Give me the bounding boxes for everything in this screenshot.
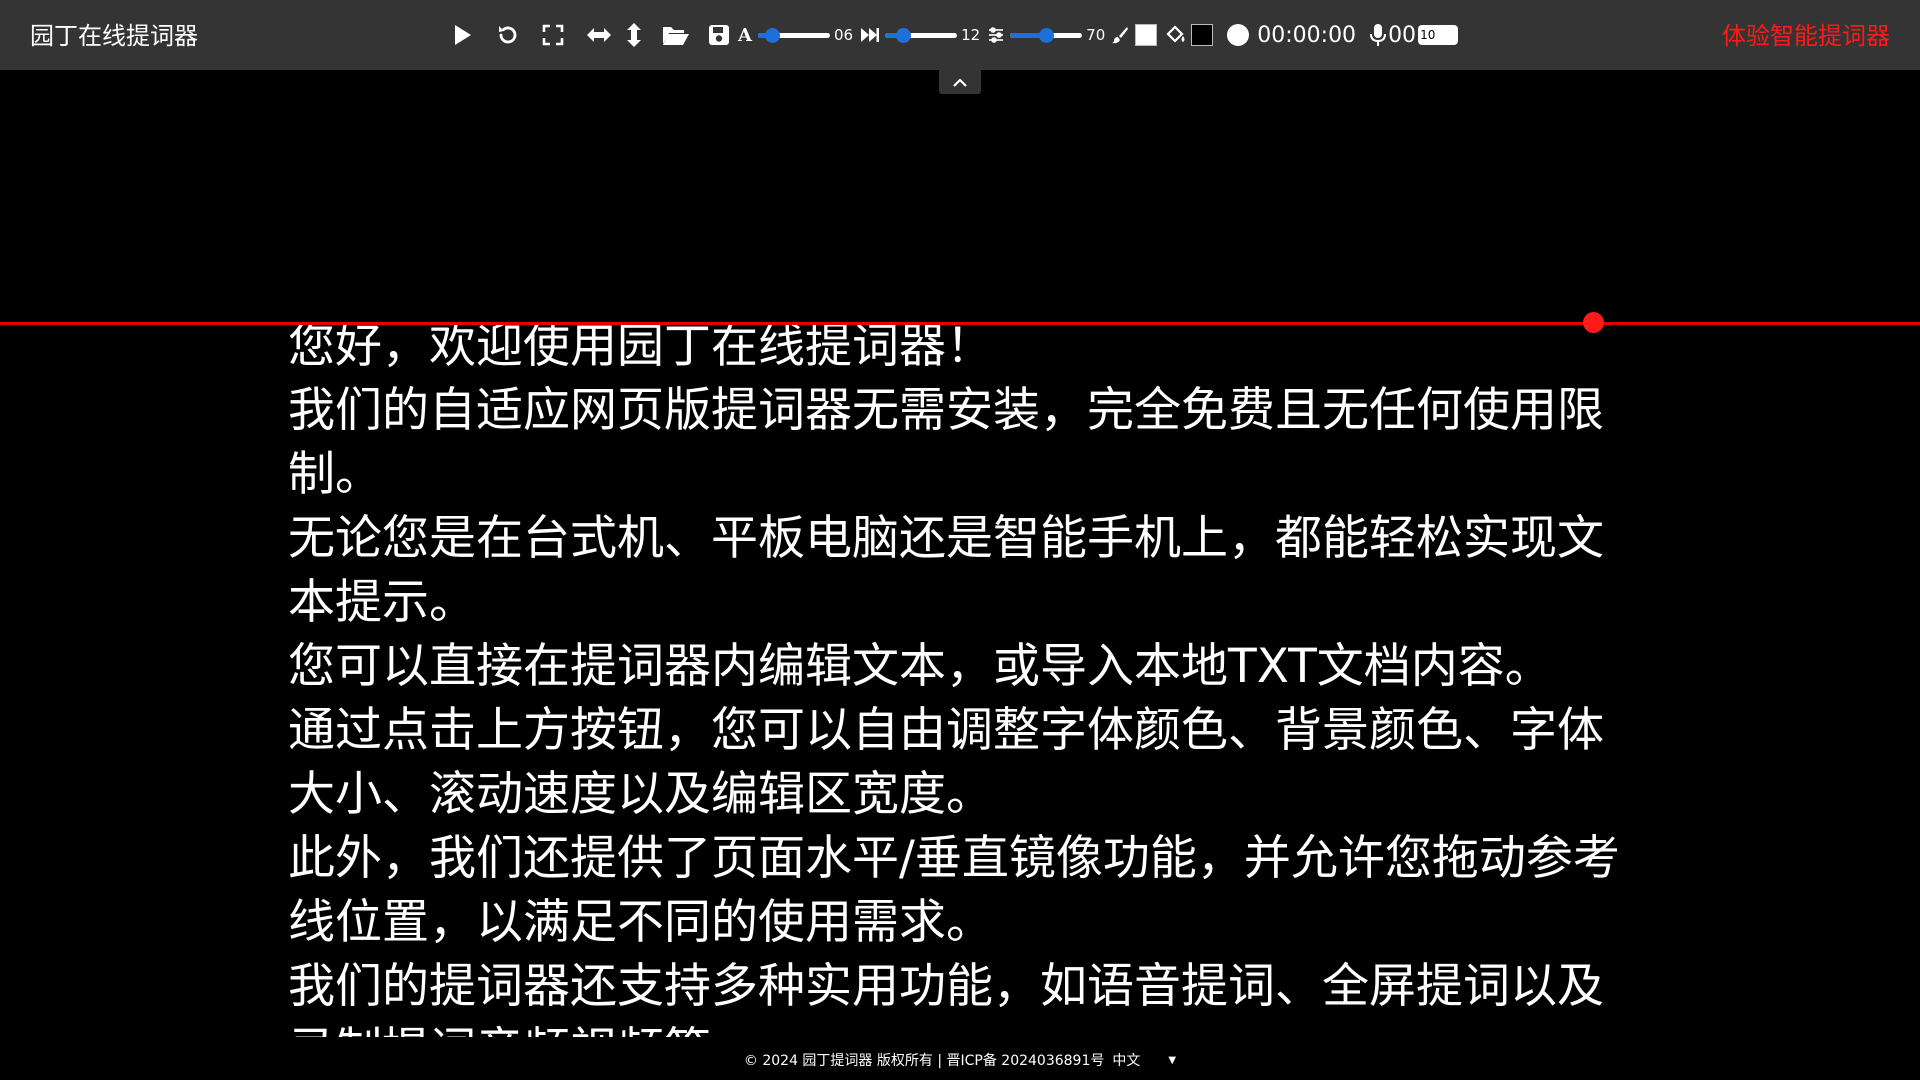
width-control: 70 (988, 20, 1105, 50)
copyright-text: © 2024 园丁提词器 版权所有 | 晋ICP备 2024036891号 (743, 1053, 1105, 1069)
font-size-slider[interactable] (757, 26, 830, 44)
font-size-value: 06 (833, 26, 854, 44)
app-title: 园丁在线提词器 (30, 22, 198, 50)
chevron-up-icon (953, 77, 967, 87)
save-icon[interactable] (708, 20, 730, 50)
mirror-vertical-icon[interactable] (626, 20, 642, 50)
reference-line[interactable] (0, 322, 1920, 325)
background-color-swatch[interactable] (1191, 24, 1214, 46)
scroll-speed-control: 12 (861, 20, 980, 50)
fast-forward-icon (861, 20, 880, 50)
sliders-icon (988, 20, 1004, 50)
mirror-horizontal-icon[interactable] (586, 20, 612, 50)
font-size-control: A 06 (738, 20, 853, 50)
play-icon[interactable] (450, 20, 474, 50)
script-text-area[interactable]: 您好，欢迎使用园丁在线提词器！ 我们的自适应网页版提词器无需安装，完全免费且无任何… (288, 315, 1638, 1037)
mic-number-input[interactable] (1418, 25, 1459, 45)
reset-icon[interactable] (496, 20, 520, 50)
width-value: 70 (1086, 26, 1106, 44)
language-select[interactable]: 中文 ▼ (1112, 1050, 1176, 1070)
scroll-speed-value: 12 (961, 26, 981, 44)
timer-dot-icon (1227, 24, 1250, 46)
mic-count: 00 (1388, 22, 1417, 48)
scroll-speed-slider[interactable] (885, 26, 958, 44)
script-line: 无论您是在台式机、平板电脑还是智能手机上，都能轻松实现文本提示。 (288, 511, 1604, 630)
open-file-icon[interactable] (662, 20, 690, 50)
brush-icon (1111, 20, 1129, 50)
language-label: 中文 (1112, 1053, 1141, 1069)
collapse-toolbar-button[interactable] (939, 70, 981, 94)
font-size-icon: A (738, 24, 752, 46)
top-toolbar: 园丁在线提词器 A 06 12 70 00:00:00 00 10 体验智能提词… (0, 0, 1920, 70)
fullscreen-icon[interactable] (541, 20, 565, 50)
reference-line-handle[interactable] (1583, 312, 1604, 333)
smart-teleprompter-link[interactable]: 体验智能提词器 (1722, 0, 1890, 70)
timer-display: 00:00:00 (1257, 22, 1357, 48)
script-line: 我们的自适应网页版提词器无需安装，完全免费且无任何使用限制。 (288, 383, 1604, 502)
font-color-swatch[interactable] (1135, 24, 1158, 46)
script-line: 此外，我们还提供了页面水平/垂直镜像功能，并允许您拖动参考线位置，以满足不同的使… (288, 831, 1620, 950)
script-line: 通过点击上方按钮，您可以自由调整字体颜色、背景颜色、字体大小、滚动速度以及编辑区… (288, 703, 1604, 822)
microphone-icon[interactable] (1370, 20, 1387, 50)
footer: © 2024 园丁提词器 版权所有 | 晋ICP备 2024036891号 中文… (0, 1040, 1920, 1080)
control-toolbar: A 06 12 70 00:00:00 00 10 (450, 0, 1480, 70)
script-line: 您可以直接在提词器内编辑文本，或导入本地TXT文档内容。 (288, 639, 1552, 694)
width-slider[interactable] (1010, 26, 1083, 44)
paint-bucket-icon (1165, 20, 1187, 50)
caret-down-icon: ▼ (1168, 1054, 1177, 1066)
script-line: 我们的提词器还支持多种实用功能，如语音提词、全屏提词以及录制提词音频视频等。 (288, 959, 1604, 1037)
